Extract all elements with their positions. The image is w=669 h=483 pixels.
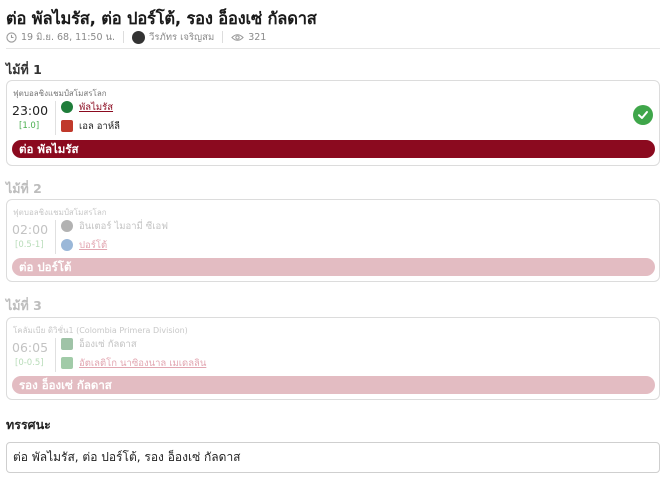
- pick-label-1: ไม้ที่ 1: [6, 62, 42, 77]
- league-name: ฟุตบอลชิงแชมป์สโมสรโลก: [13, 89, 107, 98]
- team-logo-icon: [61, 239, 73, 251]
- team-home: พัลไมรัส: [61, 100, 113, 114]
- team-home: อ็องเซ่ กัลดาส: [61, 337, 137, 351]
- match-time: 06:05: [12, 340, 49, 355]
- eye-icon: [231, 33, 244, 41]
- summary-text: ต่อ พัลไมรัส, ต่อ ปอร์โต้, รอง อ็องเซ่ ก…: [6, 442, 660, 473]
- team-name-picked[interactable]: อัตเลติโก นาซิองนาล เมเดลลิน: [79, 356, 206, 371]
- pick-result-bar: ต่อ พัลไมรัส: [12, 140, 655, 158]
- team-logo-icon: [61, 220, 73, 232]
- author-avatar[interactable]: [132, 30, 146, 44]
- team-name-picked[interactable]: ปอร์โต้: [79, 238, 107, 253]
- handicap: [1.0]: [19, 121, 40, 131]
- pick-label-2: ไม้ที่ 2: [6, 181, 42, 196]
- win-check-icon: [633, 105, 653, 125]
- summary-heading: ทรรศนะ: [6, 417, 51, 432]
- article-meta: 19 มิ.ย. 68, 11:50 น. วีรภัทร เจริญสม 32…: [6, 30, 266, 44]
- card-divider: [55, 338, 56, 372]
- team-name-picked[interactable]: พัลไมรัส: [79, 100, 113, 115]
- league-name: โคลัมเบีย ดิวิชั่น1 (Colombia Primera Di…: [13, 326, 188, 335]
- team-name[interactable]: อ็องเซ่ กัลดาส: [79, 337, 137, 352]
- team-logo-icon: [61, 120, 73, 132]
- league-name: ฟุตบอลชิงแชมป์สโมสรโลก: [13, 208, 107, 217]
- match-time: 02:00: [12, 222, 49, 237]
- publish-date: 19 มิ.ย. 68, 11:50 น.: [21, 31, 116, 43]
- team-name[interactable]: อินเตอร์ ไมอามี่ ซีเอฟ: [79, 219, 168, 234]
- meta-divider: [222, 31, 224, 43]
- meta-divider: [123, 31, 125, 43]
- handicap: [0.5-1]: [15, 240, 44, 250]
- author-name[interactable]: วีรภัทร เจริญสม: [149, 30, 214, 45]
- team-home: อินเตอร์ ไมอามี่ ซีเอฟ: [61, 219, 168, 233]
- team-name[interactable]: เอล อาห์ลี: [79, 119, 120, 134]
- team-away: อัตเลติโก นาซิองนาล เมเดลลิน: [61, 356, 206, 370]
- pick-card-3[interactable]: โคลัมเบีย ดิวิชั่น1 (Colombia Primera Di…: [6, 317, 660, 400]
- header-divider: [6, 48, 660, 49]
- team-away: ปอร์โต้: [61, 238, 107, 252]
- pick-label-3: ไม้ที่ 3: [6, 298, 42, 313]
- pick-result-bar: ต่อ ปอร์โต้: [12, 258, 655, 276]
- card-divider: [55, 101, 56, 135]
- card-divider: [55, 220, 56, 254]
- match-time: 23:00: [12, 103, 49, 118]
- team-logo-icon: [61, 101, 73, 113]
- view-count: 321: [248, 31, 267, 43]
- team-logo-icon: [61, 357, 73, 369]
- team-away: เอล อาห์ลี: [61, 119, 120, 133]
- handicap: [0-0.5]: [15, 358, 44, 368]
- page-title: ต่อ พัลไมรัส, ต่อ ปอร์โต้, รอง อ็องเซ่ ก…: [6, 9, 317, 28]
- pick-card-1[interactable]: ฟุตบอลชิงแชมป์สโมสรโลก 23:00 [1.0] พัลไม…: [6, 80, 660, 166]
- clock-icon: [6, 31, 17, 43]
- team-logo-icon: [61, 338, 73, 350]
- pick-card-2[interactable]: ฟุตบอลชิงแชมป์สโมสรโลก 02:00 [0.5-1] อิน…: [6, 199, 660, 282]
- pick-result-bar: รอง อ็องเซ่ กัลดาส: [12, 376, 655, 394]
